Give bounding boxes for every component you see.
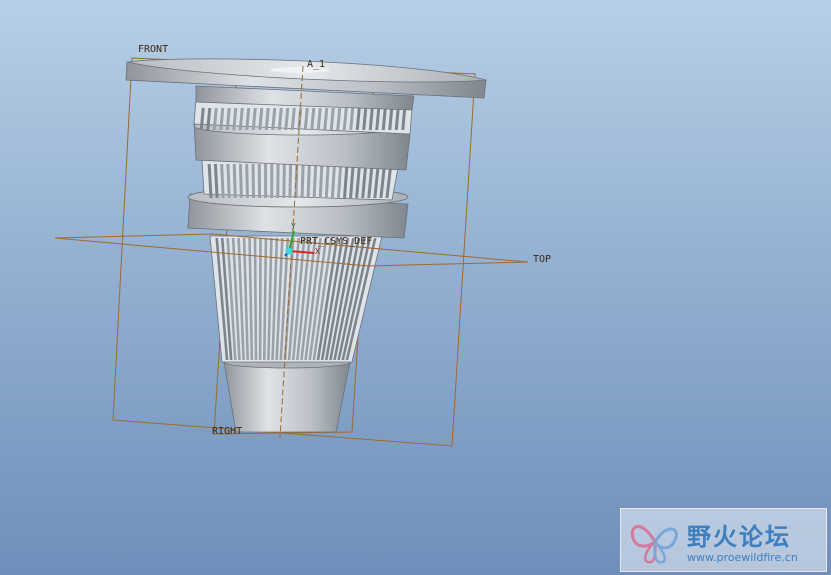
slot-bar	[264, 164, 268, 198]
slot-bar	[282, 164, 286, 198]
label-axis: A_1	[307, 59, 326, 70]
cone-slotted-section[interactable]	[209, 235, 383, 363]
slot-bar	[270, 164, 274, 198]
watermark-title: 野火论坛	[687, 523, 791, 551]
label-top: TOP	[533, 254, 552, 265]
watermark: 野火论坛 www.proewildfire.cn	[620, 508, 827, 572]
model-canvas[interactable]	[0, 0, 831, 575]
label-right: RIGHT	[212, 426, 243, 437]
butterfly-logo-icon	[630, 525, 678, 564]
label-front: FRONT	[138, 44, 169, 55]
watermark-url: www.proewildfire.cn	[687, 551, 798, 564]
label-csys: PRT_CSYS_DEF	[300, 236, 373, 247]
cone-bottom[interactable]	[223, 355, 351, 433]
slot-bar	[251, 164, 255, 198]
slot-bar	[257, 164, 262, 198]
graphics-viewport[interactable]: FRONT A_1 TOP RIGHT PRT_CSYS_DEF Y X 野火论…	[0, 0, 831, 575]
label-csys-y: Y	[291, 222, 296, 231]
label-csys-x: X	[315, 247, 320, 256]
slot-bar	[276, 164, 280, 198]
